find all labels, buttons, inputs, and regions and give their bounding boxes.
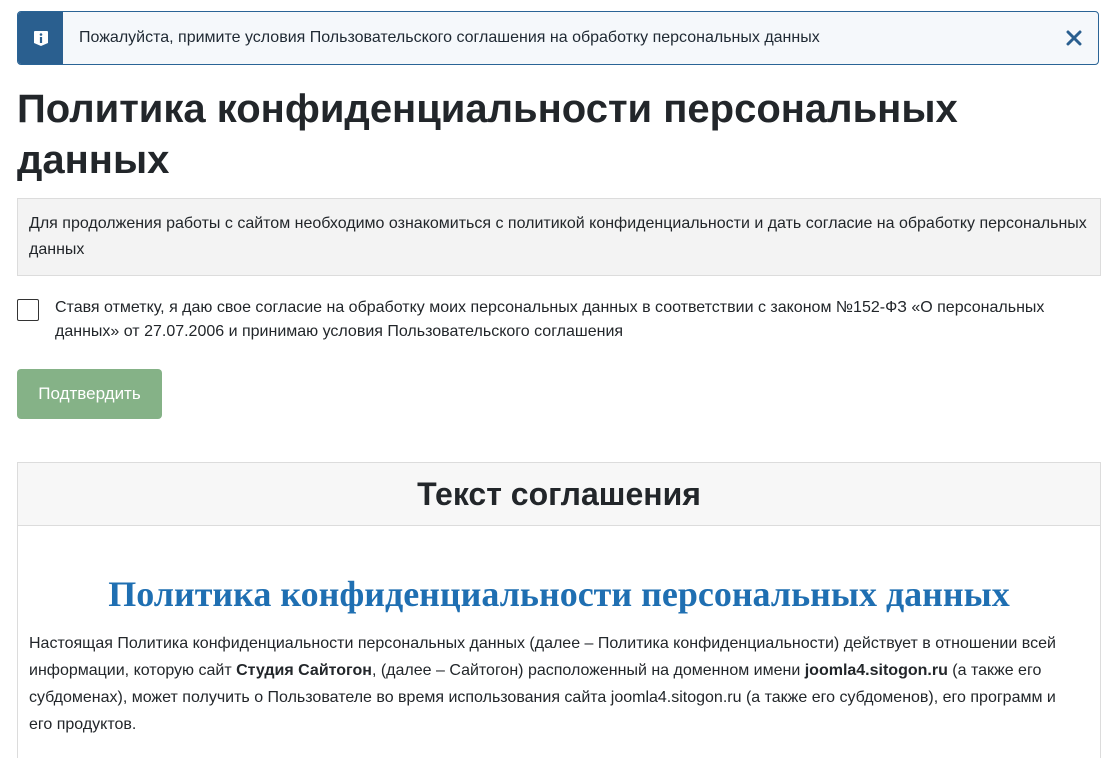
domain-name: joomla4.sitogon.ru [804,662,948,679]
document-paragraph: Настоящая Политика конфиденциальности пе… [29,630,1069,738]
consent-label[interactable]: Ставя отметку, я даю свое согласие на об… [55,296,1097,344]
page-title: Политика конфиденциальности персональных… [17,87,958,182]
consent-row: Ставя отметку, я даю свое согласие на об… [17,296,1097,344]
alert-message: Пожалуйста, примите условия Пользователь… [79,29,820,46]
studio-name: Студия Сайтогон [236,662,372,679]
agreement-card-header: Текст соглашения [18,463,1100,526]
page: Пожалуйста, примите условия Пользователь… [0,0,1115,758]
agreement-header: Текст соглашения [417,475,701,512]
consent-alert: Пожалуйста, примите условия Пользователь… [17,11,1099,65]
paragraph-text: , (далее – Сайтогон) расположенный на до… [371,662,805,679]
info-box: Для продолжения работы с сайтом необходи… [17,198,1101,276]
document-title: Политика конфиденциальности персональных… [108,574,1010,614]
info-icon [18,12,63,64]
agreement-card: Текст соглашения Политика конфиденциальн… [17,462,1101,758]
consent-checkbox[interactable] [17,299,39,321]
close-icon[interactable] [1054,18,1094,58]
confirm-button[interactable]: Подтвердить [17,369,162,419]
